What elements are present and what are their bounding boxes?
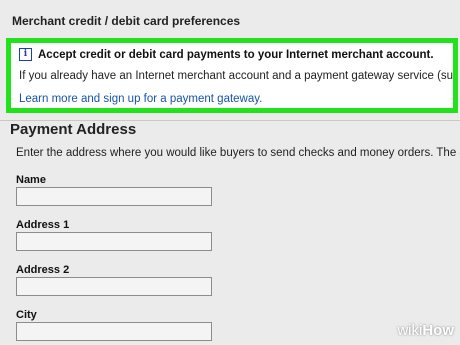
payment-address-description: Enter the address where you would like b… [16,147,460,159]
watermark-prefix: wiki [397,322,423,339]
city-label: City [16,309,37,321]
address-2-label: Address 2 [16,264,70,276]
info-body-text: If you already have an Internet merchant… [19,70,458,82]
learn-more-gateway-link[interactable]: Learn more and sign up for a payment gat… [19,93,262,105]
address-1-field[interactable] [16,232,212,251]
merchant-preferences-title: Merchant credit / debit card preferences [12,14,241,28]
card-payments-info-box: i Accept credit or debit card payments t… [6,38,458,113]
name-label: Name [16,174,46,186]
city-field[interactable] [16,322,212,341]
info-headline-row: i Accept credit or debit card payments t… [19,48,434,61]
name-field[interactable] [16,187,212,206]
info-icon: i [19,48,32,61]
watermark-suffix: How [422,322,454,339]
info-headline: Accept credit or debit card payments to … [38,48,434,61]
address-1-label: Address 1 [16,219,70,231]
wikihow-watermark: wikiHow [397,322,454,339]
address-2-field[interactable] [16,277,212,296]
payment-address-heading: Payment Address [10,121,137,138]
